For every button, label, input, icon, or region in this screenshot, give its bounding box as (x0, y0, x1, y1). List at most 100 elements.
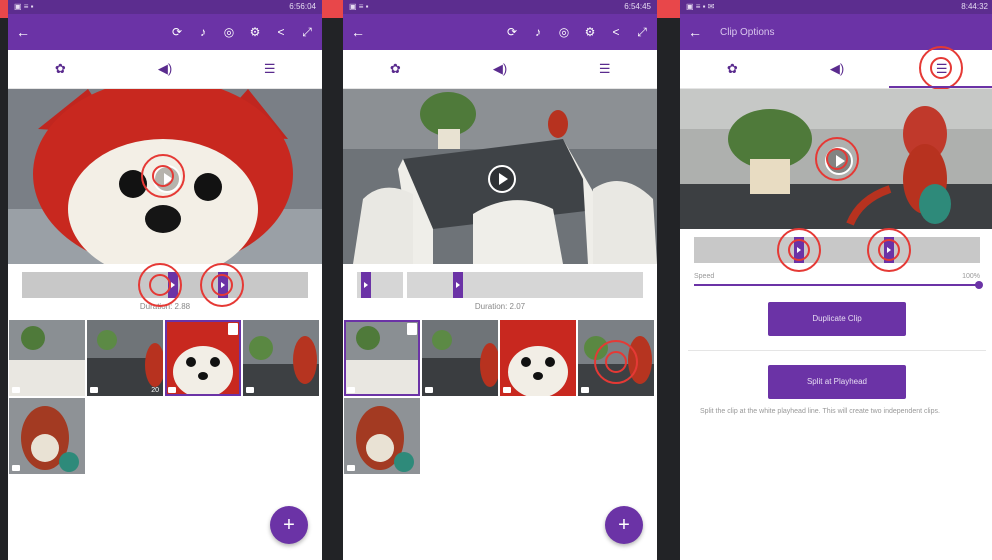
gear-icon[interactable]: ⚙ (248, 25, 262, 39)
clip-image (243, 320, 319, 396)
filter-icon[interactable]: ◎ (557, 25, 571, 39)
clip-trimmer[interactable] (22, 263, 308, 307)
phone-screen-3: ▣ ≡ ▪ ✉ 8:44:32 ← Clip Options ✿ ◀) ☰ Sp… (680, 0, 992, 560)
music-note-icon[interactable]: ♪ (531, 25, 545, 39)
clip-duration: Duration: 2.07 (474, 302, 526, 311)
status-time: 6:56:04 (289, 2, 316, 11)
delete-icon[interactable] (228, 323, 238, 335)
volume-icon: ◀) (157, 61, 173, 76)
annotation-circle (141, 154, 185, 198)
share-icon[interactable]: < (609, 25, 623, 39)
back-arrow-icon[interactable]: ← (688, 24, 712, 40)
duplicate-clip-button[interactable]: Duplicate Clip (768, 302, 906, 336)
clip-thumbnail[interactable]: 20 (87, 320, 163, 396)
notification-icons: ▣ ≡ ▪ ✉ (686, 2, 715, 11)
volume-icon: ◀) (492, 61, 508, 76)
rotate-icon[interactable]: ⟳ (505, 25, 519, 39)
settings-icon: ✿ (726, 61, 738, 76)
video-camera-icon (503, 387, 511, 393)
video-camera-icon (347, 387, 355, 393)
speed-label: Speed (694, 273, 715, 280)
filter-icon[interactable]: ◎ (222, 25, 236, 39)
speed-slider[interactable] (694, 281, 983, 289)
page-title: Clip Options (720, 26, 775, 38)
share-icon[interactable]: < (274, 25, 288, 39)
clip-thumbnail-selected[interactable] (344, 320, 420, 396)
status-time: 8:44:32 (961, 2, 988, 11)
tab-settings[interactable]: ✿ (680, 50, 785, 88)
clip-trimmer[interactable] (694, 228, 980, 272)
play-button[interactable] (488, 164, 516, 193)
add-clip-button[interactable]: + (270, 506, 308, 544)
clip-grid: 20 (9, 320, 322, 474)
trim-handle-start[interactable] (361, 272, 371, 298)
tab-bar: ✿ ◀) ☰ (343, 50, 657, 89)
status-bar: ▣ ≡ ▪ 6:54:45 (343, 0, 657, 14)
tab-volume[interactable]: ◀) (448, 50, 553, 88)
video-camera-icon (90, 387, 98, 393)
clip-grid (344, 320, 657, 474)
add-clip-button[interactable]: + (605, 506, 643, 544)
app-bar: ← Clip Options (680, 14, 992, 50)
expand-icon[interactable]: ⤢ (300, 25, 314, 40)
video-preview[interactable] (8, 89, 322, 264)
clip-thumbnail-selected[interactable] (165, 320, 241, 396)
annotation-circle (919, 46, 964, 90)
clip-thumbnail[interactable] (243, 320, 319, 396)
clip-trimmer[interactable] (357, 272, 643, 298)
tab-volume[interactable]: ◀) (785, 50, 890, 88)
clip-thumbnail[interactable] (9, 398, 85, 474)
annotation-circle (867, 228, 911, 272)
gear-icon[interactable]: ⚙ (583, 25, 597, 39)
speed-value: 100% (962, 273, 980, 280)
tab-bar: ✿ ◀) ☰ (680, 46, 992, 90)
tab-settings[interactable]: ✿ (343, 50, 448, 88)
video-camera-icon (12, 465, 20, 471)
clip-thumbnail[interactable] (422, 320, 498, 396)
settings-icon: ✿ (389, 61, 401, 76)
clip-thumbnail[interactable] (9, 320, 85, 396)
tab-volume[interactable]: ◀) (113, 50, 218, 88)
video-preview[interactable] (343, 89, 657, 264)
annotation-circle (777, 228, 821, 272)
video-camera-icon (246, 387, 254, 393)
back-arrow-icon[interactable]: ← (351, 24, 375, 40)
video-camera-icon (425, 387, 433, 393)
app-bar: ← ⟳ ♪ ◎ ⚙ < ⤢ (8, 14, 322, 50)
clip-image (9, 320, 85, 396)
delete-icon[interactable] (407, 323, 417, 335)
clip-image (87, 320, 163, 396)
status-time: 6:54:45 (624, 2, 651, 11)
tab-clip-options[interactable]: ☰ (217, 50, 322, 88)
phone-screen-1: ▣ ≡ ▪ 6:56:04 ← ⟳ ♪ ◎ ⚙ < ⤢ ✿ ◀) ☰ Durat… (8, 0, 322, 560)
divider (688, 350, 986, 351)
clip-thumbnail[interactable] (344, 398, 420, 474)
music-note-icon[interactable]: ♪ (196, 25, 210, 39)
clip-thumbnail[interactable] (500, 320, 576, 396)
video-camera-icon (12, 387, 20, 393)
expand-icon[interactable]: ⤢ (635, 25, 649, 40)
video-preview[interactable] (680, 89, 992, 229)
clip-thumbnail[interactable] (578, 320, 654, 396)
status-bar: ▣ ≡ ▪ 6:56:04 (8, 0, 322, 14)
settings-icon: ✿ (54, 61, 66, 76)
tab-settings[interactable]: ✿ (8, 50, 113, 88)
annotation-circle (200, 263, 244, 307)
speed-slider-knob[interactable] (975, 281, 983, 289)
tab-clip-options[interactable]: ☰ (552, 50, 657, 88)
video-camera-icon (347, 465, 355, 471)
notification-icons: ▣ ≡ ▪ (349, 2, 369, 11)
clip-number: 20 (151, 387, 159, 394)
clip-separator (403, 272, 407, 298)
annotation-circle (594, 340, 638, 384)
app-bar: ← ⟳ ♪ ◎ ⚙ < ⤢ (343, 14, 657, 50)
rotate-icon[interactable]: ⟳ (170, 25, 184, 39)
phone-screen-2: ▣ ≡ ▪ 6:54:45 ← ⟳ ♪ ◎ ⚙ < ⤢ ✿ ◀) ☰ Durat… (343, 0, 657, 560)
back-arrow-icon[interactable]: ← (16, 24, 40, 40)
tab-clip-options[interactable]: ☰ (889, 46, 992, 90)
split-help-text: Split the clip at the white playhead lin… (700, 408, 940, 415)
tab-bar: ✿ ◀) ☰ (8, 50, 322, 89)
status-bar: ▣ ≡ ▪ ✉ 8:44:32 (680, 0, 992, 14)
split-at-playhead-button[interactable]: Split at Playhead (768, 365, 906, 399)
trim-handle-end[interactable] (453, 272, 463, 298)
